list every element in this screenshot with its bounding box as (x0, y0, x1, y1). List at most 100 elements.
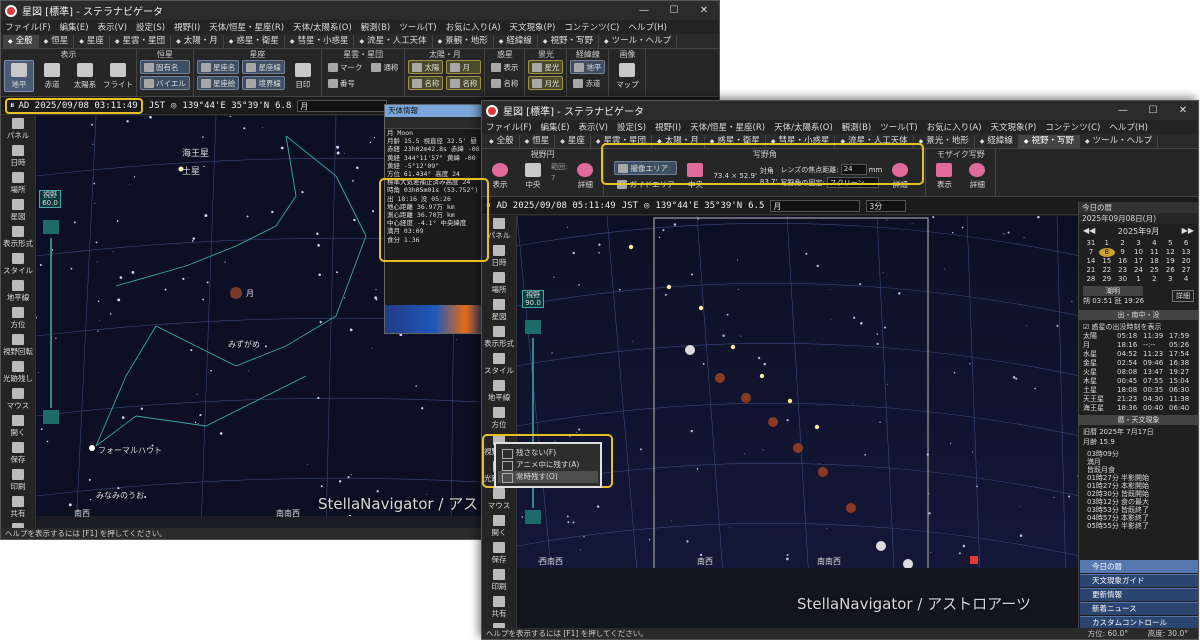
menu-item[interactable]: 観測(B) (361, 21, 390, 33)
left-tool-button[interactable]: 地平線 (7, 280, 29, 303)
menu-item[interactable]: ヘルプ(H) (1109, 121, 1148, 133)
calendar-day[interactable]: 27 (1178, 266, 1194, 275)
calendar-day[interactable]: 31 (1083, 239, 1099, 248)
checkbox-icon[interactable]: ☑ (1083, 323, 1089, 331)
left-tool-button[interactable]: 共有 (11, 496, 26, 519)
close-icon[interactable]: ✕ (1168, 105, 1198, 116)
flight-button[interactable]: フライト (103, 60, 133, 92)
menu-item[interactable]: ツール(T) (399, 21, 436, 33)
left-tool-button[interactable]: マウス (7, 388, 29, 411)
calendar-day[interactable]: 29 (1099, 275, 1115, 284)
object-select[interactable]: 月 (770, 199, 861, 212)
menu-item[interactable]: 設定(S) (617, 121, 646, 133)
panel-tab[interactable]: 今日の暦 (1080, 560, 1198, 573)
limit-magnitude[interactable]: 6.8 (275, 101, 291, 111)
ribbon-tab[interactable]: ◆ 経緯線 (975, 134, 1019, 148)
menu-item[interactable]: 設定(S) (136, 21, 165, 33)
calendar-day[interactable]: 9 (1115, 248, 1131, 257)
prev-month-icon[interactable]: ◀◀ (1083, 226, 1095, 237)
close-icon[interactable]: ✕ (689, 5, 719, 16)
ribbon-tab[interactable]: ◆ ツール・ヘルプ (1080, 134, 1159, 148)
left-tool-button[interactable]: 星図 (11, 199, 26, 222)
location-icon[interactable]: ◎ (644, 201, 649, 211)
ribbon-tab[interactable]: ◆ 全般 (3, 34, 39, 48)
menu-item[interactable]: 視野(I) (174, 21, 200, 33)
calendar-day[interactable]: 12 (1162, 248, 1178, 257)
calendar-day[interactable]: 7 (1083, 248, 1099, 257)
menu-item[interactable]: 天体/太陽系(O) (774, 121, 833, 133)
zoom-out-button[interactable] (525, 510, 541, 524)
calendar-day[interactable]: 20 (1178, 257, 1194, 266)
bayer-button[interactable]: バイエル (140, 76, 190, 90)
left-tool-button[interactable]: 星図 (492, 299, 507, 322)
left-tool-button[interactable]: 場所 (11, 172, 26, 195)
nebula-alias-button[interactable]: 通称 (368, 60, 401, 74)
left-tool-button[interactable]: 開く (492, 515, 507, 538)
menu-item[interactable]: 天体/恒星・星座(R) (690, 121, 765, 133)
menu-item[interactable]: 表示(V) (98, 21, 127, 33)
map-button[interactable]: マップ (612, 60, 642, 92)
starlight-button[interactable]: 星光 (528, 60, 564, 74)
ribbon-tab[interactable]: ◆ 彗星・小惑星 (285, 34, 355, 48)
left-tool-button[interactable]: スタイル (3, 253, 33, 276)
moon-name-button[interactable]: 名称 (446, 76, 482, 90)
calendar-day[interactable]: 19 (1162, 257, 1178, 266)
ribbon-tab[interactable]: ◆ 太陽・月 (171, 34, 224, 48)
menu-item[interactable]: ツール(T) (880, 121, 917, 133)
calendar-day[interactable]: 14 (1083, 257, 1099, 266)
left-tool-button[interactable]: 方位 (492, 407, 507, 430)
calendar-day[interactable]: 4 (1178, 275, 1194, 284)
calendar-day[interactable]: 11 (1146, 248, 1162, 257)
location-icon[interactable]: ◎ (171, 101, 176, 111)
calendar-day[interactable]: 30 (1115, 275, 1131, 284)
menu-item-trail-always[interactable]: 常時残す(O) (498, 471, 598, 483)
menu-item[interactable]: お気に入り(A) (927, 121, 982, 133)
planet-show-button[interactable]: 表示 (488, 60, 521, 74)
left-tool-button[interactable]: 日時 (11, 145, 26, 168)
menu-item[interactable]: コンテンツ(C) (1045, 121, 1100, 133)
left-tool-button[interactable]: 方位 (11, 307, 26, 330)
ribbon-tab[interactable]: ◆ 視野・写野 (538, 34, 600, 48)
datetime-display[interactable]: ⏸ AD 2025/09/08 03:11:49 (5, 97, 143, 114)
menu-item[interactable]: ヘルプ(H) (628, 21, 667, 33)
nebula-mark-button[interactable]: マーク (325, 60, 366, 74)
planet-name-button[interactable]: 名称 (488, 76, 521, 90)
ribbon-tab[interactable]: ◆ 恒星 (39, 34, 75, 48)
ribbon-tab[interactable]: ◆ 星座 (74, 34, 110, 48)
ribbon-tab[interactable]: ◆ 恒星 (520, 134, 556, 148)
fov-show-button[interactable]: 表示 (485, 160, 515, 192)
left-tool-button[interactable]: 開く (11, 415, 26, 438)
menu-item[interactable]: 観測(B) (842, 121, 871, 133)
ribbon-tab[interactable]: ◆ 経緯線 (494, 34, 538, 48)
calendar-day[interactable]: 16 (1115, 257, 1131, 266)
ribbon-tab[interactable]: ◆ 視野・写野 (1018, 134, 1081, 148)
minimize-icon[interactable]: — (1108, 105, 1138, 116)
datetime-display[interactable]: AD 2025/09/08 05:11:49 (497, 201, 616, 211)
zoom-slider[interactable] (50, 238, 52, 408)
calendar-day[interactable]: 2 (1115, 239, 1131, 248)
ribbon-tab[interactable]: ◆ 流星・人工天体 (354, 34, 433, 48)
menu-item[interactable]: 視野(I) (655, 121, 681, 133)
marker-button[interactable]: 目印 (288, 60, 318, 92)
limit-magnitude[interactable]: 6.5 (748, 201, 764, 211)
moon-button[interactable]: 月 (446, 60, 482, 74)
left-tool-button[interactable]: 表示形式 (3, 226, 33, 249)
calendar-day[interactable]: 6 (1178, 239, 1194, 248)
calendar-day[interactable]: 26 (1162, 266, 1178, 275)
constellation-line-button[interactable]: 星座線 (242, 60, 285, 74)
left-tool-button[interactable]: 印刷 (492, 569, 507, 592)
ribbon-tab[interactable]: ◆ 星座 (555, 134, 591, 148)
sun-name-button[interactable]: 名称 (408, 76, 444, 90)
maximize-icon[interactable]: ☐ (1138, 105, 1168, 116)
equatorial-grid-button[interactable]: 赤道 (570, 76, 605, 90)
fov-center-button[interactable]: 中央 (518, 160, 548, 192)
menu-item[interactable]: 表示(V) (579, 121, 608, 133)
calendar-day[interactable]: 23 (1115, 266, 1131, 275)
calendar-day[interactable]: 24 (1131, 266, 1147, 275)
fov-detail-button[interactable]: 詳細 (570, 160, 600, 192)
left-tool-button[interactable]: パネル (7, 118, 29, 141)
zoom-in-button[interactable] (43, 220, 59, 234)
left-tool-button[interactable]: 地平線 (488, 380, 510, 403)
left-tool-button[interactable]: 共有 (492, 596, 507, 619)
horizon-view-button[interactable]: 地平 (4, 60, 34, 92)
